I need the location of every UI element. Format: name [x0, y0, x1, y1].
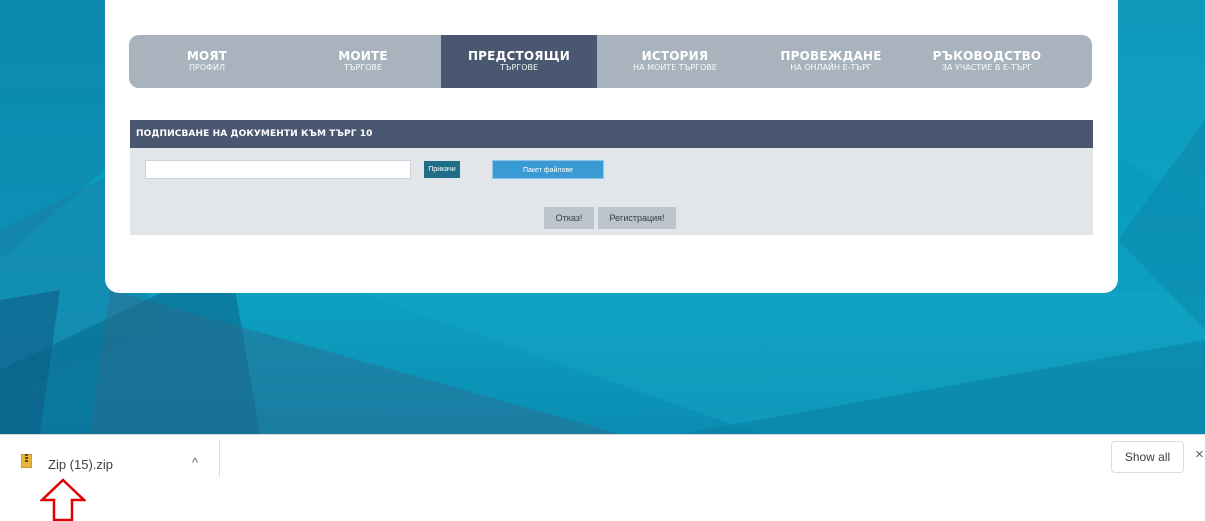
download-item[interactable]: Zip (15).zip ^ [14, 447, 219, 481]
tab-title: МОЯТ [186, 49, 228, 63]
tab-auction-history[interactable]: ИСТОРИЯ НА МОИТЕ ТЪРГОВЕ [597, 35, 753, 88]
download-shelf: Zip (15).zip ^ Show all × [0, 434, 1205, 521]
tab-title: ПРОВЕЖДАНЕ [780, 49, 882, 63]
shelf-divider [219, 440, 220, 477]
file-path-input[interactable] [145, 160, 411, 179]
tab-my-auctions[interactable]: МОИТЕ ТЪРГОВЕ [285, 35, 441, 88]
tab-title: РЪКОВОДСТВО [932, 49, 1042, 63]
register-button[interactable]: Регистрация! [598, 207, 676, 229]
tab-subtitle: ТЪРГОВЕ [499, 63, 539, 72]
show-all-button[interactable]: Show all [1111, 441, 1184, 473]
tab-upcoming-auctions[interactable]: ПРЕДСТОЯЩИ ТЪРГОВЕ [441, 35, 597, 88]
tab-title: ИСТОРИЯ [641, 49, 709, 63]
main-nav-tabs: МОЯТ ПРОФИЛ МОИТЕ ТЪРГОВЕ ПРЕДСТОЯЩИ ТЪР… [129, 35, 1092, 88]
attach-button[interactable]: Прикачи [424, 161, 460, 178]
tab-subtitle: НА ОНЛАЙН Е-ТЪРГ [790, 63, 872, 72]
document-signing-panel: ПОДПИСВАНЕ НА ДОКУМЕНТИ КЪМ ТЪРГ 10 Прик… [130, 120, 1093, 235]
zip-file-icon [21, 454, 32, 468]
tab-online-auction[interactable]: ПРОВЕЖДАНЕ НА ОНЛАЙН Е-ТЪРГ [753, 35, 909, 88]
tab-my-profile[interactable]: МОЯТ ПРОФИЛ [129, 35, 285, 88]
tab-subtitle: НА МОИТЕ ТЪРГОВЕ [633, 63, 717, 72]
content-card: МОЯТ ПРОФИЛ МОИТЕ ТЪРГОВЕ ПРЕДСТОЯЩИ ТЪР… [105, 0, 1118, 293]
tab-subtitle: ЗА УЧАСТИЕ В Е-ТЪРГ [941, 63, 1033, 72]
chevron-up-icon[interactable]: ^ [192, 455, 198, 470]
tab-subtitle: ПРОФИЛ [188, 63, 226, 72]
download-file-name: Zip (15).zip [48, 457, 114, 472]
tab-subtitle: ТЪРГОВЕ [343, 63, 383, 72]
tab-title: ПРЕДСТОЯЩИ [467, 49, 571, 63]
page-background: МОЯТ ПРОФИЛ МОИТЕ ТЪРГОВЕ ПРЕДСТОЯЩИ ТЪР… [0, 0, 1205, 434]
cancel-button[interactable]: Отказ! [544, 207, 594, 229]
red-arrow-annotation-icon [40, 478, 86, 521]
package-files-button[interactable]: Пакет файлове [492, 160, 604, 179]
close-icon[interactable]: × [1195, 446, 1204, 463]
tab-title: МОИТЕ [338, 49, 388, 63]
tab-guide[interactable]: РЪКОВОДСТВО ЗА УЧАСТИЕ В Е-ТЪРГ [909, 35, 1065, 88]
panel-title: ПОДПИСВАНЕ НА ДОКУМЕНТИ КЪМ ТЪРГ 10 [130, 120, 1093, 148]
